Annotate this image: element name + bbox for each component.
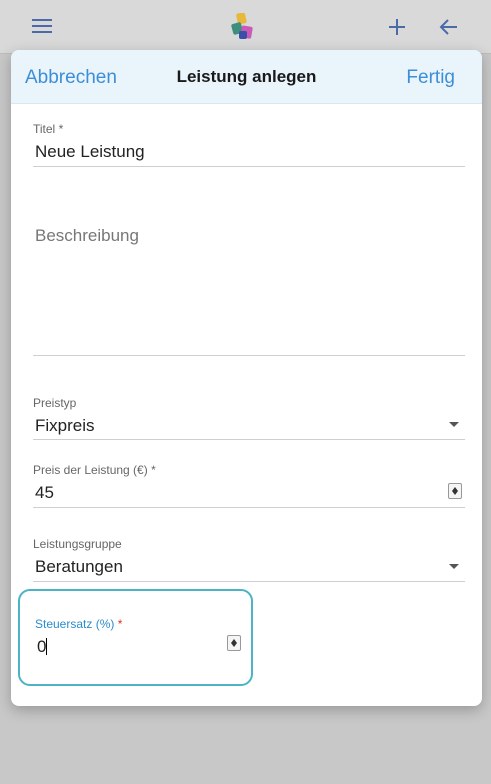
title-label: Titel *	[33, 122, 64, 136]
price-type-select[interactable]: Preistyp Fixpreis	[33, 396, 465, 440]
title-field[interactable]: Titel * Neue Leistung	[33, 122, 465, 167]
description-placeholder: Beschreibung	[35, 226, 139, 245]
chevron-down-icon[interactable]	[449, 422, 459, 427]
back-arrow-icon[interactable]	[438, 16, 460, 38]
title-input[interactable]: Neue Leistung	[33, 142, 465, 162]
number-stepper-icon[interactable]	[227, 635, 241, 651]
app-logo	[231, 12, 255, 43]
tax-rate-input[interactable]: 0	[35, 637, 244, 657]
text-cursor	[46, 638, 48, 655]
add-icon[interactable]	[386, 16, 408, 38]
app-top-bar	[0, 0, 491, 54]
done-button[interactable]: Fertig	[406, 67, 455, 89]
price-field[interactable]: Preis der Leistung (€) * 45	[33, 463, 465, 508]
chevron-down-icon[interactable]	[449, 564, 459, 569]
price-input[interactable]: 45	[33, 483, 465, 503]
number-stepper-icon[interactable]	[448, 483, 462, 499]
dialog-header: Abbrechen Leistung anlegen Fertig	[11, 50, 482, 104]
price-type-label: Preistyp	[33, 396, 77, 410]
service-group-value: Beratungen	[35, 557, 123, 576]
service-group-select[interactable]: Leistungsgruppe Beratungen	[33, 537, 465, 582]
menu-icon[interactable]	[32, 19, 52, 35]
tax-rate-focus-highlight: Steuersatz (%) * 0	[18, 589, 253, 686]
description-field[interactable]: Beschreibung	[33, 226, 465, 356]
price-label: Preis der Leistung (€) *	[33, 463, 156, 477]
tax-rate-label: Steuersatz (%) *	[35, 617, 123, 631]
service-group-label: Leistungsgruppe	[33, 537, 122, 551]
tax-rate-field[interactable]: Steuersatz (%) * 0	[35, 617, 244, 659]
price-type-value: Fixpreis	[35, 416, 95, 435]
create-service-dialog: Abbrechen Leistung anlegen Fertig Titel …	[11, 50, 482, 706]
